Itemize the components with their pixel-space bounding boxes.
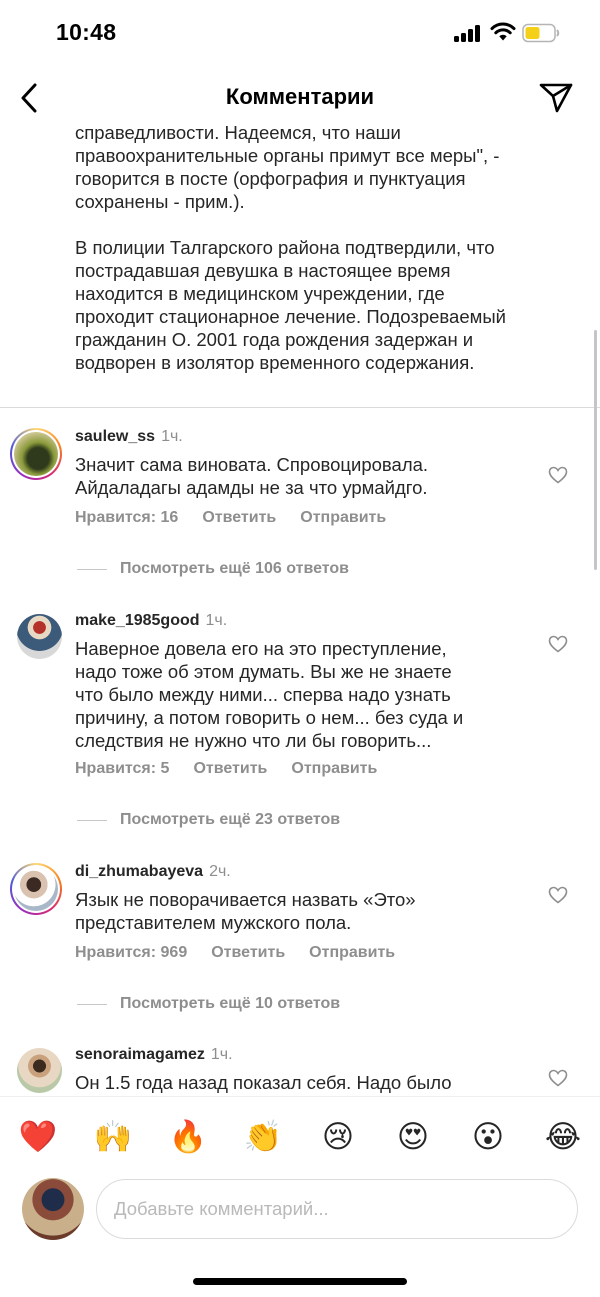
heart-icon[interactable] — [548, 466, 568, 484]
comment-actions: Нравится: 5 Ответить Отправить — [75, 760, 377, 778]
page-title: Комментарии — [225, 84, 375, 109]
caption-paragraph: В полиции Талгарского района подтвердили… — [75, 237, 506, 373]
emoji-reactions-bar: ❤️ 🙌 🔥 👏 😢 😍 😮 😂 — [0, 1096, 600, 1174]
comment-time: 1ч. — [205, 612, 228, 629]
comment-composer — [0, 1174, 600, 1244]
view-replies-label: Посмотреть ещё 106 ответов — [120, 560, 350, 577]
comment-text: Язык не поворачивается назвать «Это» пре… — [75, 889, 416, 933]
comment-username[interactable]: senoraimagamez 1ч. — [75, 1046, 233, 1064]
comment-time: 2ч. — [209, 863, 231, 880]
wifi-icon — [490, 22, 516, 41]
battery-icon — [522, 23, 560, 43]
comment-actions: Нравится: 16 Ответить Отправить — [75, 509, 386, 527]
avatar[interactable] — [17, 1048, 62, 1093]
comment-username[interactable]: make_1985good 1ч. — [75, 612, 227, 630]
status-bar: 10:48 — [0, 0, 600, 70]
paper-plane-icon — [539, 83, 573, 113]
likes-count[interactable]: Нравится: 16 — [75, 509, 178, 527]
emoji-laughing-button[interactable]: 😂 — [543, 1117, 583, 1157]
post-caption: справедливости. Надеемся, что наши право… — [75, 126, 575, 374]
view-replies-line — [77, 568, 107, 570]
emoji-heart-button[interactable]: ❤️ — [18, 1117, 58, 1157]
view-replies-button[interactable]: Посмотреть ещё 23 ответов — [77, 811, 340, 829]
view-replies-line — [77, 819, 107, 821]
emoji-crying-button[interactable]: 😢 — [318, 1117, 358, 1157]
heart-icon[interactable] — [548, 1069, 568, 1087]
heart-icon[interactable] — [548, 886, 568, 904]
caption-paragraph: справедливости. Надеемся, что наши право… — [75, 126, 500, 212]
reply-button[interactable]: Ответить — [202, 509, 276, 527]
comment-actions: Нравится: 969 Ответить Отправить — [75, 944, 395, 962]
avatar[interactable] — [10, 863, 62, 915]
emoji-surprised-button[interactable]: 😮 — [468, 1117, 508, 1157]
caption-viewport: справедливости. Надеемся, что наши право… — [0, 126, 600, 406]
emoji-clap-button[interactable]: 👏 — [243, 1117, 283, 1157]
emoji-heart-eyes-button[interactable]: 😍 — [393, 1117, 433, 1157]
comment-text: Значит сама виновата. Спровоцировала. Ай… — [75, 454, 429, 498]
emoji-fire-button[interactable]: 🔥 — [168, 1117, 208, 1157]
status-time: 10:48 — [56, 19, 117, 45]
share-button[interactable] — [536, 78, 576, 118]
comment-text: Наверное довела его на это преступление,… — [75, 638, 464, 751]
likes-count[interactable]: Нравится: 969 — [75, 944, 187, 962]
emoji-raised-hands-button[interactable]: 🙌 — [93, 1117, 133, 1157]
comments-list[interactable]: saulew_ss 1ч. Значит сама виновата. Спров… — [0, 408, 600, 1096]
reply-button[interactable]: Ответить — [211, 944, 285, 962]
scrollbar[interactable] — [594, 330, 597, 570]
view-replies-button[interactable]: Посмотреть ещё 10 ответов — [77, 995, 340, 1013]
comment-time: 1ч. — [210, 1046, 233, 1063]
comment-text: Он 1.5 года назад показал себя. Надо был… — [75, 1072, 452, 1093]
my-avatar[interactable] — [22, 1178, 84, 1240]
avatar[interactable] — [10, 428, 62, 480]
view-replies-line — [77, 1003, 107, 1005]
view-replies-button[interactable]: Посмотреть ещё 106 ответов — [77, 560, 349, 578]
comment-username[interactable]: di_zhumabayeva 2ч. — [75, 863, 231, 881]
avatar[interactable] — [17, 614, 62, 659]
comment-input[interactable] — [96, 1179, 578, 1239]
comment-time: 1ч. — [161, 428, 183, 445]
likes-count[interactable]: Нравится: 5 — [75, 760, 169, 778]
comment-username[interactable]: saulew_ss 1ч. — [75, 428, 183, 446]
view-replies-label: Посмотреть ещё 10 ответов — [120, 995, 341, 1012]
send-button[interactable]: Отправить — [309, 944, 395, 962]
reply-button[interactable]: Ответить — [193, 760, 267, 778]
home-indicator[interactable] — [193, 1278, 407, 1285]
send-button[interactable]: Отправить — [291, 760, 377, 778]
signal-icon — [454, 24, 482, 42]
send-button[interactable]: Отправить — [300, 509, 386, 527]
heart-icon[interactable] — [548, 635, 568, 653]
view-replies-label: Посмотреть ещё 23 ответов — [120, 811, 341, 828]
header: Комментарии — [0, 70, 600, 126]
